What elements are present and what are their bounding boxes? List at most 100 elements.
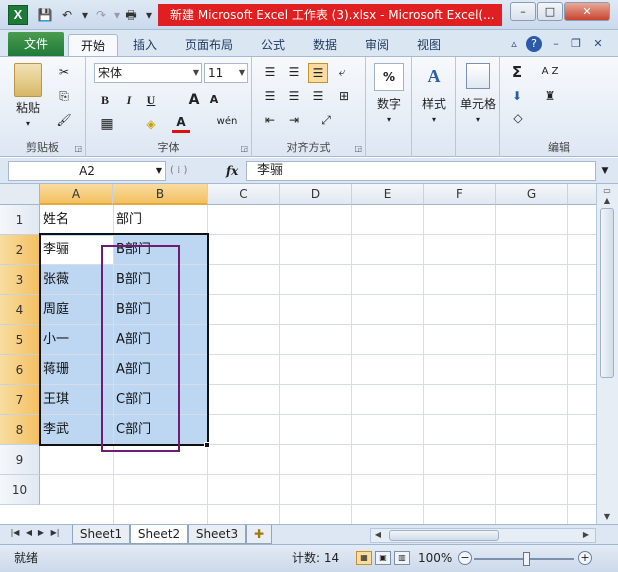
prev-sheet-icon[interactable]: ◀ xyxy=(24,528,34,537)
zoom-in-button[interactable]: + xyxy=(578,551,592,565)
align-top-icon[interactable]: ☰ xyxy=(260,63,280,81)
paste-dropdown-icon[interactable]: ▾ xyxy=(10,115,46,133)
sheet-tab-sheet1[interactable]: Sheet1 xyxy=(72,525,130,544)
row-header-10[interactable]: 10 xyxy=(0,475,40,505)
paste-icon[interactable] xyxy=(14,63,42,97)
sheet-tab-sheet3[interactable]: Sheet3 xyxy=(188,525,246,544)
last-sheet-icon[interactable]: ▶| xyxy=(50,528,60,537)
minimize-ribbon-icon[interactable]: ▵ xyxy=(506,36,522,52)
phonetic-button[interactable]: wén xyxy=(212,113,242,131)
scroll-down-icon[interactable]: ▼ xyxy=(599,512,615,521)
save-icon[interactable]: 💾 xyxy=(36,6,54,24)
normal-view-icon[interactable]: ▦ xyxy=(356,551,372,565)
align-right-icon[interactable]: ☰ xyxy=(308,87,328,105)
column-header-g[interactable]: G xyxy=(496,184,568,205)
decrease-indent-icon[interactable]: ⇤ xyxy=(260,111,280,129)
expand-formula-bar-icon[interactable]: ▼ xyxy=(598,161,612,181)
scroll-right-icon[interactable]: ▶ xyxy=(579,530,593,539)
undo-icon[interactable]: ↶ xyxy=(58,6,76,24)
help-icon[interactable]: ? xyxy=(526,36,542,52)
sort-filter-icon[interactable]: A Z xyxy=(536,63,564,81)
close-button[interactable]: ✕ xyxy=(564,2,610,21)
cut-icon[interactable]: ✂ xyxy=(54,63,74,81)
page-break-view-icon[interactable]: ▥ xyxy=(394,551,410,565)
column-header-f[interactable]: F xyxy=(424,184,496,205)
row-header-5[interactable]: 5 xyxy=(0,325,40,355)
cells-dropdown-icon[interactable]: ▾ xyxy=(456,111,500,129)
column-header-c[interactable]: C xyxy=(208,184,280,205)
row-header-7[interactable]: 7 xyxy=(0,385,40,415)
insert-function-icon[interactable]: fx xyxy=(226,161,238,181)
name-box[interactable]: A2 ▼ xyxy=(8,161,166,181)
format-painter-icon[interactable]: 🖌 xyxy=(54,111,74,129)
formula-bar-splitter[interactable]: ( ⁞ ) xyxy=(170,161,218,181)
font-color-icon[interactable]: A xyxy=(172,115,190,133)
styles-icon[interactable]: A xyxy=(420,63,448,91)
maximize-button[interactable]: □ xyxy=(537,2,563,21)
tab-file[interactable]: 文件 xyxy=(8,32,64,56)
row-header-2[interactable]: 2 xyxy=(0,235,40,265)
column-header-partial[interactable] xyxy=(568,184,596,205)
scroll-up-icon[interactable]: ▲ xyxy=(599,196,615,205)
align-middle-icon[interactable]: ☰ xyxy=(284,63,304,81)
split-box-icon[interactable]: ▭ xyxy=(599,186,615,195)
sheet-tab-sheet2[interactable]: Sheet2 xyxy=(130,525,188,544)
customize-qat-icon[interactable]: ▾ xyxy=(140,6,158,24)
increase-indent-icon[interactable]: ⇥ xyxy=(284,111,304,129)
column-header-b[interactable]: B xyxy=(113,184,208,205)
cells-icon[interactable] xyxy=(466,63,490,89)
formula-input[interactable]: 李骊 xyxy=(246,161,596,181)
tab-insert[interactable]: 插入 xyxy=(124,34,166,57)
font-size-combo[interactable]: 11 ▼ xyxy=(204,63,248,83)
styles-dropdown-icon[interactable]: ▾ xyxy=(412,111,456,129)
row-header-3[interactable]: 3 xyxy=(0,265,40,295)
tab-review[interactable]: 审阅 xyxy=(356,34,398,57)
shrink-font-button[interactable]: A xyxy=(206,91,222,109)
clear-icon[interactable]: ◇ xyxy=(508,109,528,127)
number-dropdown-icon[interactable]: ▾ xyxy=(368,111,410,129)
vertical-scrollbar[interactable]: ▭ ▲ ▼ xyxy=(596,184,618,524)
underline-button[interactable]: U xyxy=(142,91,160,109)
row-header-1[interactable]: 1 xyxy=(0,205,40,235)
row-header-8[interactable]: 8 xyxy=(0,415,40,445)
align-bottom-icon[interactable]: ☰ xyxy=(308,63,328,83)
number-format-icon[interactable]: % xyxy=(374,63,404,91)
merge-center-icon[interactable]: ⊞ xyxy=(332,87,356,105)
clipboard-launcher-icon[interactable]: ◲ xyxy=(74,144,82,153)
scroll-left-icon[interactable]: ◀ xyxy=(371,530,385,539)
tab-page-layout[interactable]: 页面布局 xyxy=(178,34,240,57)
cell-a1[interactable]: 姓名 xyxy=(40,205,69,235)
row-header-6[interactable]: 6 xyxy=(0,355,40,385)
find-select-icon[interactable]: ♜ xyxy=(538,87,562,105)
font-name-combo[interactable]: 宋体 ▼ xyxy=(94,63,202,83)
zoom-slider-thumb[interactable] xyxy=(523,552,530,566)
align-center-icon[interactable]: ☰ xyxy=(284,87,304,105)
horizontal-scroll-thumb[interactable] xyxy=(389,530,499,541)
cell-b1[interactable]: 部门 xyxy=(113,205,142,235)
workbook-restore-icon[interactable]: ❐ xyxy=(568,36,584,52)
grow-font-button[interactable]: A xyxy=(186,91,202,109)
fill-color-icon[interactable]: ◈ xyxy=(142,115,160,133)
align-left-icon[interactable]: ☰ xyxy=(260,87,280,105)
minimize-button[interactable]: – xyxy=(510,2,536,21)
column-header-d[interactable]: D xyxy=(280,184,352,205)
excel-logo-icon[interactable]: X xyxy=(8,5,28,25)
vertical-scroll-thumb[interactable] xyxy=(600,208,614,378)
row-header-9[interactable]: 9 xyxy=(0,445,40,475)
workbook-minimize-icon[interactable]: – xyxy=(548,36,564,52)
font-launcher-icon[interactable]: ◲ xyxy=(240,144,248,153)
horizontal-scrollbar[interactable]: ◀ ▶ xyxy=(370,528,596,543)
alignment-launcher-icon[interactable]: ◲ xyxy=(354,144,362,153)
workbook-close-icon[interactable]: ✕ xyxy=(590,36,606,52)
column-header-a[interactable]: A xyxy=(40,184,113,205)
select-all-corner[interactable] xyxy=(0,184,40,205)
print-preview-icon[interactable]: 🖶 xyxy=(122,6,140,24)
insert-sheet-icon[interactable]: ✚ xyxy=(246,525,272,544)
italic-button[interactable]: I xyxy=(120,91,138,109)
fill-icon[interactable]: ⬇ xyxy=(508,87,526,105)
tab-view[interactable]: 视图 xyxy=(408,34,450,57)
tab-home[interactable]: 开始 xyxy=(68,34,118,57)
zoom-out-button[interactable]: − xyxy=(458,551,472,565)
fill-handle[interactable] xyxy=(204,442,210,448)
tab-formulas[interactable]: 公式 xyxy=(252,34,294,57)
